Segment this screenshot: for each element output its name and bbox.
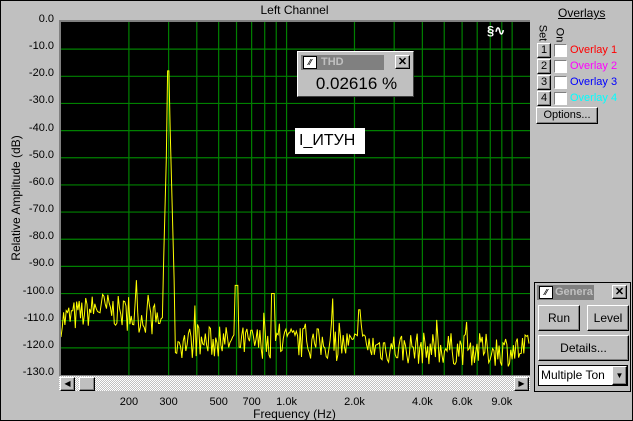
waveform-select[interactable]: Multiple Ton ▼ xyxy=(538,365,628,386)
scroll-right-button[interactable]: ▶ xyxy=(514,377,529,391)
waveform-icon: ⁄⁄ xyxy=(539,286,553,299)
overlay-checkbox[interactable] xyxy=(554,76,567,89)
overlay-name: Overlay 2 xyxy=(570,60,618,72)
overlay-name: Overlay 1 xyxy=(570,44,618,56)
y-tick-label: -100.0 xyxy=(22,284,54,297)
y-tick-label: -20.0 xyxy=(28,67,54,80)
overlay-checkbox[interactable] xyxy=(554,60,567,73)
details-button[interactable]: Details... xyxy=(538,335,629,361)
overlay-set-button[interactable]: 4 xyxy=(537,91,551,106)
on-column-label: On xyxy=(553,27,566,43)
close-icon[interactable]: ✕ xyxy=(395,55,410,69)
y-tick-label: -130.0 xyxy=(22,366,54,378)
x-axis-title: Frequency (Hz) xyxy=(253,407,336,421)
overlay-set-button[interactable]: 2 xyxy=(537,59,551,74)
scroll-left-button[interactable]: ◀ xyxy=(60,377,75,391)
close-icon[interactable]: ✕ xyxy=(612,285,627,299)
thd-value: 0.02616 % xyxy=(315,74,398,93)
thd-meter-window[interactable]: ⁄⁄ THD ✕ 0.02616 % xyxy=(297,51,414,97)
horizontal-scrollbar[interactable]: ◀ ▶ xyxy=(59,375,530,391)
thd-titlebar[interactable]: ⁄⁄ THD xyxy=(301,55,384,70)
generator-window[interactable]: ⁄⁄ Genera ✕ Run Level Details... Multiple… xyxy=(534,282,631,392)
generator-title: Genera xyxy=(555,286,593,298)
generator-titlebar[interactable]: ⁄⁄ Genera xyxy=(537,285,594,300)
y-axis-title: Relative Amplitude (dB) xyxy=(9,135,23,261)
plot-area xyxy=(59,20,530,375)
set-column-label: Set xyxy=(536,24,549,42)
scroll-thumb[interactable] xyxy=(79,377,95,391)
y-tick-label: -30.0 xyxy=(28,94,54,107)
spectrum-chart xyxy=(61,22,530,375)
y-tick-label: -110.0 xyxy=(23,311,54,324)
chevron-down-icon[interactable]: ▼ xyxy=(612,366,627,385)
run-button[interactable]: Run xyxy=(538,305,580,331)
waveform-sync-icon[interactable]: §∿ xyxy=(487,23,505,39)
overlay-set-button[interactable]: 1 xyxy=(537,43,551,58)
marker-label: I_ИТУН xyxy=(295,128,365,154)
overlay-name: Overlay 4 xyxy=(570,92,618,104)
y-tick-label: -10.0 xyxy=(28,40,54,53)
overlays-title: Overlays xyxy=(558,6,606,20)
waveform-select-value: Multiple Ton xyxy=(541,368,605,382)
y-tick-label: -120.0 xyxy=(22,338,54,351)
overlay-name: Overlay 3 xyxy=(570,76,618,88)
overlay-set-button[interactable]: 3 xyxy=(537,75,551,90)
level-button[interactable]: Level xyxy=(587,305,629,331)
options-button[interactable]: Options... xyxy=(536,107,598,124)
thd-title: THD xyxy=(321,56,344,68)
y-tick-label: 0.0 xyxy=(38,13,54,25)
waveform-icon: ⁄⁄ xyxy=(303,56,317,69)
overlay-checkbox[interactable] xyxy=(554,92,567,105)
spectrum-trace xyxy=(61,70,530,367)
chart-title: Left Channel xyxy=(260,3,329,17)
overlay-checkbox[interactable] xyxy=(554,44,567,57)
